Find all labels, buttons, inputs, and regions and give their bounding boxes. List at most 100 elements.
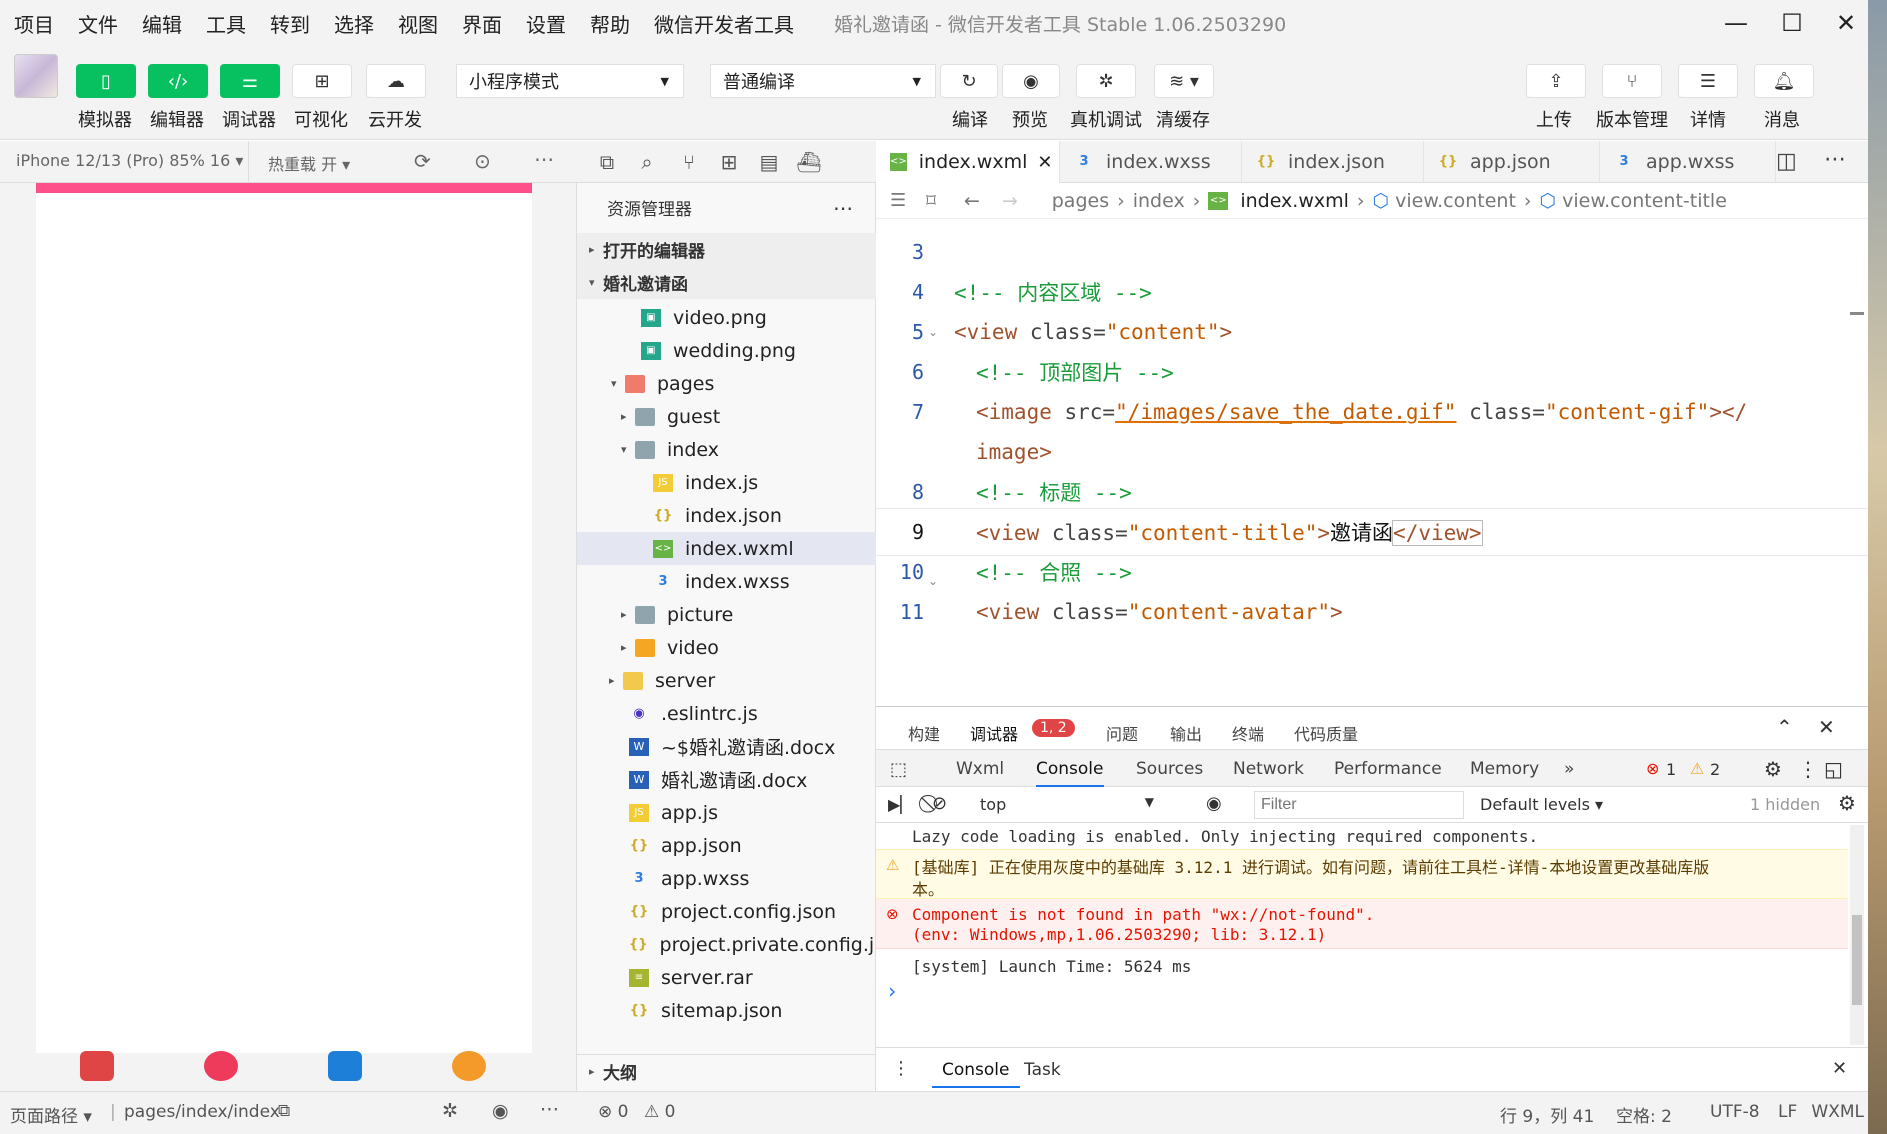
filter-input[interactable]: [1254, 791, 1464, 819]
more-icon[interactable]: ⋯: [833, 196, 853, 220]
fold-icon[interactable]: ⌄: [928, 325, 938, 339]
devtab-network[interactable]: Network: [1233, 759, 1304, 779]
tree-item[interactable]: 3 app.wxss: [577, 862, 877, 895]
devtab-console[interactable]: Console: [1036, 759, 1104, 787]
breadcrumb-item[interactable]: index: [1133, 190, 1185, 212]
console-scrollbar[interactable]: [1850, 825, 1864, 1045]
kebab-icon[interactable]: ⋮: [892, 1058, 910, 1079]
bookmark-icon[interactable]: ⌑: [926, 190, 936, 212]
more-icon[interactable]: ⋯: [534, 147, 554, 171]
menu-settings[interactable]: 设置: [512, 9, 576, 38]
devtab-sources[interactable]: Sources: [1136, 759, 1203, 779]
devtab-memory[interactable]: Memory: [1470, 759, 1539, 779]
breadcrumb-item[interactable]: view.content-title: [1562, 190, 1727, 212]
debugger-button[interactable]: ⚌: [220, 64, 280, 98]
simulator-button[interactable]: ▯: [76, 64, 136, 98]
warning-count[interactable]: 2: [1710, 760, 1720, 779]
menu-edit[interactable]: 编辑: [128, 9, 192, 38]
avatar[interactable]: [14, 54, 58, 98]
more-icon[interactable]: ⋯: [540, 1098, 559, 1120]
tab-debugger[interactable]: 调试器: [970, 721, 1018, 745]
kebab-icon[interactable]: ⋮: [1798, 757, 1818, 781]
back-icon[interactable]: ←: [964, 190, 980, 212]
tab-terminal[interactable]: 终端: [1232, 721, 1264, 745]
tab-index-wxml[interactable]: <> index.wxml ✕: [876, 141, 1060, 183]
menu-wechat-devtools[interactable]: 微信开发者工具: [640, 9, 804, 38]
tree-item[interactable]: ▣ video.png: [577, 301, 877, 334]
breadcrumb-item[interactable]: index.wxml: [1240, 190, 1349, 212]
string-link[interactable]: "/images/save_the_date.gif": [1115, 400, 1456, 424]
guest-tab-icon[interactable]: [452, 1051, 486, 1081]
errors-count[interactable]: ⊗ 0: [598, 1102, 628, 1122]
undock-icon[interactable]: ◱: [1824, 757, 1843, 781]
tab-code-quality[interactable]: 代码质量: [1294, 721, 1358, 745]
tab-app-wxss[interactable]: 3 app.wxss: [1600, 141, 1776, 183]
copy-icon[interactable]: ⧉: [278, 1101, 290, 1121]
stop-icon[interactable]: ⊙: [474, 149, 491, 173]
list-icon[interactable]: ☰: [890, 190, 906, 211]
cursor-position[interactable]: 行 9，列 41: [1500, 1102, 1594, 1127]
warnings-count[interactable]: ⚠ 0: [644, 1102, 675, 1122]
invitation-tab-icon[interactable]: [80, 1051, 114, 1081]
fold-icon[interactable]: ⌄: [928, 574, 938, 588]
clear-cache-button[interactable]: ≋ ▾: [1154, 64, 1214, 98]
tree-item[interactable]: JS index.js: [577, 466, 877, 499]
line-ending[interactable]: LF: [1778, 1102, 1797, 1122]
sidebar-toggle-icon[interactable]: ▶▏: [888, 795, 913, 814]
source-control-icon[interactable]: ⑂: [674, 147, 704, 177]
cloud-button[interactable]: ☁: [366, 64, 426, 98]
breadcrumb-item[interactable]: view.content: [1395, 190, 1516, 212]
drawer-tab-task[interactable]: Task: [1024, 1060, 1061, 1080]
inspect-icon[interactable]: ⬚: [890, 759, 907, 780]
page-path-label[interactable]: 页面路径 ▾: [10, 1102, 92, 1127]
gear-icon[interactable]: ⚙: [1838, 791, 1856, 815]
editor-button[interactable]: ‹/›: [148, 64, 208, 98]
device-select[interactable]: iPhone 12/13 (Pro) 85% 16 ▾: [16, 151, 243, 170]
menu-help[interactable]: 帮助: [576, 9, 640, 38]
visual-button[interactable]: ⊞: [292, 64, 352, 98]
bug-icon[interactable]: ✲: [442, 1100, 458, 1122]
tree-item[interactable]: {} index.json: [577, 499, 877, 532]
tree-folder[interactable]: ▸ video: [577, 631, 877, 664]
tree-folder[interactable]: ▾ pages: [577, 367, 877, 400]
tab-build[interactable]: 构建: [908, 721, 940, 745]
hot-reload-toggle[interactable]: 热重载 开 ▾: [268, 151, 350, 175]
collapse-icon[interactable]: ⌃: [1776, 715, 1793, 739]
version-button[interactable]: ⑂: [1602, 64, 1662, 98]
menu-file[interactable]: 文件: [64, 9, 128, 38]
menu-select[interactable]: 选择: [320, 9, 384, 38]
compile-mode-select[interactable]: 普通编译 ▼: [710, 64, 936, 98]
gear-icon[interactable]: ⚙: [1764, 757, 1782, 781]
tab-problems[interactable]: 问题: [1106, 721, 1138, 745]
console-prompt[interactable]: ›: [876, 979, 1848, 1003]
tree-folder[interactable]: ▸ picture: [577, 598, 877, 631]
menu-goto[interactable]: 转到: [256, 9, 320, 38]
close-window-icon[interactable]: ✕: [1826, 8, 1866, 38]
tree-folder[interactable]: ▸ server: [577, 664, 877, 697]
encoding[interactable]: UTF-8: [1710, 1102, 1760, 1122]
panel-icon[interactable]: ▤: [754, 147, 784, 177]
tree-item[interactable]: JS app.js: [577, 796, 877, 829]
tree-item[interactable]: {} sitemap.json: [577, 994, 877, 1027]
tree-folder[interactable]: ▾ index: [577, 433, 877, 466]
real-debug-button[interactable]: ✲: [1076, 64, 1136, 98]
project-section[interactable]: ▾ 婚礼邀请函: [577, 266, 877, 299]
devtab-wxml[interactable]: Wxml: [956, 759, 1004, 779]
details-button[interactable]: ☰: [1678, 64, 1738, 98]
close-icon[interactable]: ✕: [1832, 1058, 1847, 1079]
menu-project[interactable]: 项目: [0, 9, 64, 38]
devtab-performance[interactable]: Performance: [1334, 759, 1442, 779]
tree-item[interactable]: {} project.config.json: [577, 895, 877, 928]
docker-icon[interactable]: ⛴: [794, 147, 824, 177]
tree-folder[interactable]: ▸ guest: [577, 400, 877, 433]
tab-app-json[interactable]: {} app.json: [1424, 141, 1600, 183]
tree-item-selected[interactable]: <> index.wxml: [577, 532, 877, 565]
message-button[interactable]: 🔔︎: [1754, 64, 1814, 98]
eye-icon[interactable]: ◉: [492, 1100, 509, 1122]
split-editor-icon[interactable]: ◫: [1776, 149, 1797, 174]
more-tabs-icon[interactable]: »: [1564, 759, 1574, 779]
search-icon[interactable]: ⌕: [632, 147, 662, 177]
tree-item[interactable]: ▣ wedding.png: [577, 334, 877, 367]
tab-output[interactable]: 输出: [1170, 721, 1202, 745]
indentation[interactable]: 空格: 2: [1616, 1102, 1672, 1127]
